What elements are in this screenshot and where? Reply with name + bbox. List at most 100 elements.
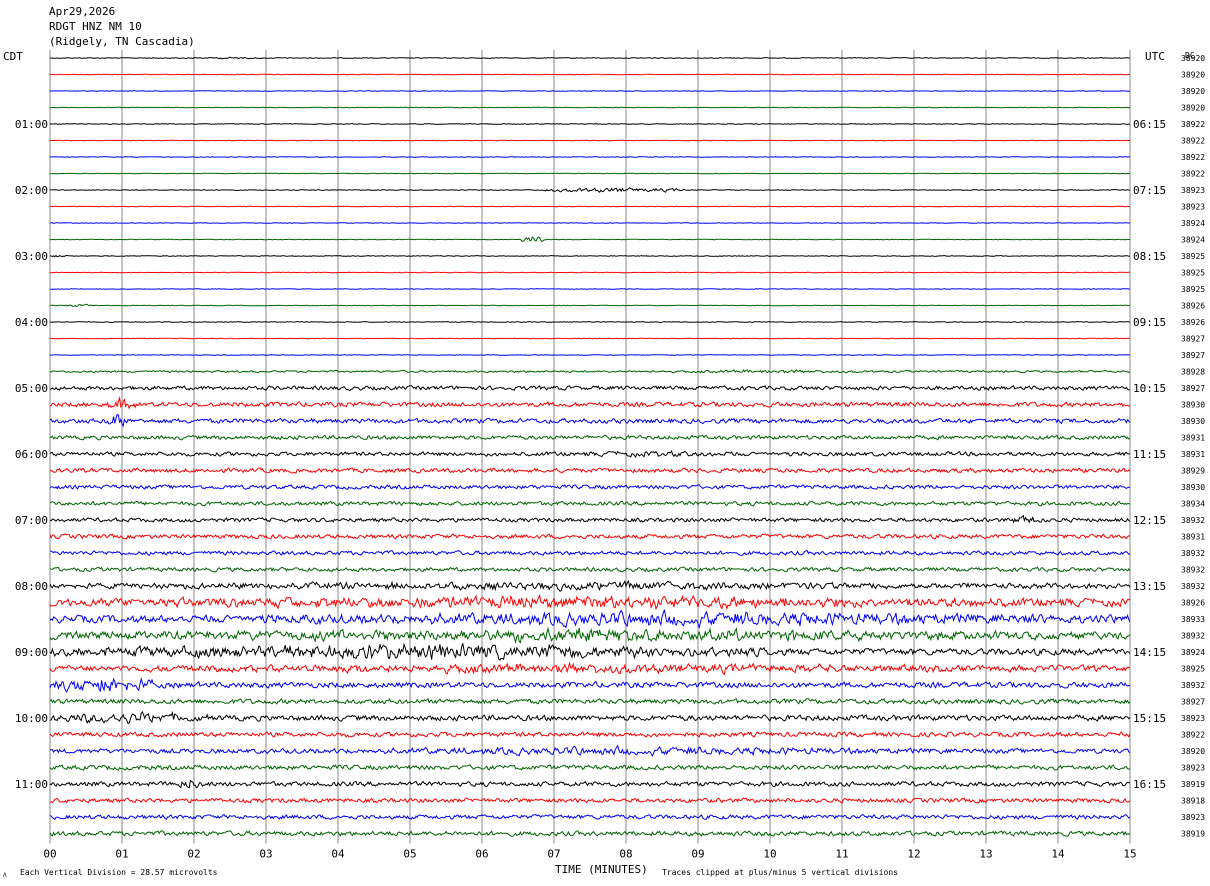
trace-line (49, 288, 1130, 290)
dc-value: 38932 (1181, 681, 1205, 690)
cdt-time-label: 02:00 (15, 184, 48, 197)
trace-line (49, 56, 1131, 60)
x-tick-label: 03 (259, 848, 272, 861)
utc-time-label: 08:15 (1133, 250, 1166, 263)
dc-value: 38932 (1181, 549, 1205, 558)
trace-line (50, 337, 1130, 340)
trace-line (49, 677, 1131, 693)
trace-line (49, 830, 1131, 837)
x-tick-label: 01 (115, 848, 128, 861)
dc-value: 38927 (1181, 335, 1205, 344)
trace-line (49, 156, 1131, 158)
dc-value: 38924 (1181, 219, 1205, 228)
x-tick-label: 14 (1051, 848, 1065, 861)
trace-line (49, 779, 1131, 789)
utc-time-label: 10:15 (1133, 382, 1166, 395)
dc-value: 38930 (1181, 401, 1205, 410)
dc-value: 38923 (1181, 186, 1205, 195)
trace-line (49, 500, 1131, 507)
utc-time-label: 07:15 (1133, 184, 1166, 197)
dc-value: 38920 (1181, 54, 1205, 63)
x-tick-label: 12 (907, 848, 920, 861)
dc-value: 38924 (1181, 648, 1205, 657)
dc-value: 38924 (1181, 236, 1205, 245)
dc-value: 38925 (1181, 252, 1205, 261)
dc-value: 38926 (1181, 302, 1205, 311)
trace-line (49, 661, 1131, 676)
trace-line (49, 123, 1130, 125)
x-tick-label: 09 (691, 848, 704, 861)
dc-value: 38930 (1181, 417, 1205, 426)
dc-value: 38927 (1181, 698, 1205, 707)
trace-line (49, 90, 1131, 92)
right-axis-label: UTC (1145, 50, 1165, 63)
dc-value: 38919 (1181, 780, 1205, 789)
cdt-time-label: 01:00 (15, 118, 48, 131)
cdt-time-label: 09:00 (15, 646, 48, 659)
grid (49, 50, 1131, 844)
dc-value: 38926 (1181, 318, 1205, 327)
trace-line (49, 593, 1131, 611)
trace-line (49, 813, 1131, 821)
utc-time-label: 12:15 (1133, 514, 1166, 527)
dc-value: 38932 (1181, 582, 1205, 591)
dc-value: 38926 (1181, 599, 1205, 608)
trace-line (49, 139, 1131, 142)
dc-value: 38925 (1181, 285, 1205, 294)
dc-value: 38931 (1181, 434, 1205, 443)
x-tick-label: 10 (763, 848, 776, 861)
dc-value: 38922 (1181, 120, 1205, 129)
dc-value: 38923 (1181, 764, 1205, 773)
dc-value: 38932 (1181, 566, 1205, 575)
dc-value: 38932 (1181, 516, 1205, 525)
trace-line (49, 271, 1130, 274)
utc-time-label: 13:15 (1133, 580, 1166, 593)
clip-note: Traces clipped at plus/minus 5 vertical … (662, 868, 898, 877)
x-tick-label: 07 (547, 848, 560, 861)
trace-line (49, 744, 1131, 757)
dc-value: 38922 (1181, 170, 1205, 179)
scale-note: Each Vertical Division = 28.57 microvolt… (20, 868, 218, 877)
dc-value: 38923 (1181, 203, 1205, 212)
utc-time-label: 16:15 (1133, 778, 1166, 791)
x-tick-label: 00 (43, 848, 56, 861)
x-tick-label: 08 (619, 848, 632, 861)
utc-time-label: 11:15 (1133, 448, 1166, 461)
trace-line (49, 710, 1131, 725)
cdt-time-label: 11:00 (15, 778, 48, 791)
utc-time-label: 15:15 (1133, 712, 1166, 725)
trace-line (49, 449, 1131, 458)
left-axis-label: CDT (3, 50, 23, 63)
trace-line (49, 303, 1131, 308)
dc-value: 38928 (1181, 368, 1205, 377)
dc-value: 38933 (1181, 615, 1205, 624)
dc-value: 38931 (1181, 450, 1205, 459)
x-tick-label: 04 (331, 848, 345, 861)
trace-line (49, 533, 1131, 540)
x-tick-label: 02 (187, 848, 200, 861)
cdt-time-label: 04:00 (15, 316, 48, 329)
trace-line (49, 205, 1130, 208)
cdt-time-label: 05:00 (15, 382, 48, 395)
trace-line (49, 236, 1131, 243)
dc-value: 38922 (1181, 137, 1205, 146)
trace-line (49, 550, 1131, 556)
cdt-time-label: 06:00 (15, 448, 48, 461)
trace-line (49, 172, 1131, 175)
dc-value: 38922 (1181, 731, 1205, 740)
trace-line (49, 514, 1131, 524)
trace-line (49, 73, 1131, 76)
trace-line (49, 797, 1131, 804)
dc-value: 38931 (1181, 533, 1205, 542)
trace-line (49, 626, 1131, 644)
axis-labels: 00 01 02 03 04 05 06 07 08 09 10 11 12 13 14 15CDT UTC DC… (3, 50, 1205, 879)
trace-line (49, 254, 1131, 258)
dc-value: 38929 (1181, 467, 1205, 476)
x-tick-label: 11 (835, 848, 848, 861)
trace-line (50, 106, 1131, 109)
corner-mark: Λ (3, 872, 7, 879)
dc-value: 38922 (1181, 153, 1205, 162)
cdt-time-label: 07:00 (15, 514, 48, 527)
trace-line (49, 434, 1131, 441)
dc-value: 38918 (1181, 797, 1205, 806)
